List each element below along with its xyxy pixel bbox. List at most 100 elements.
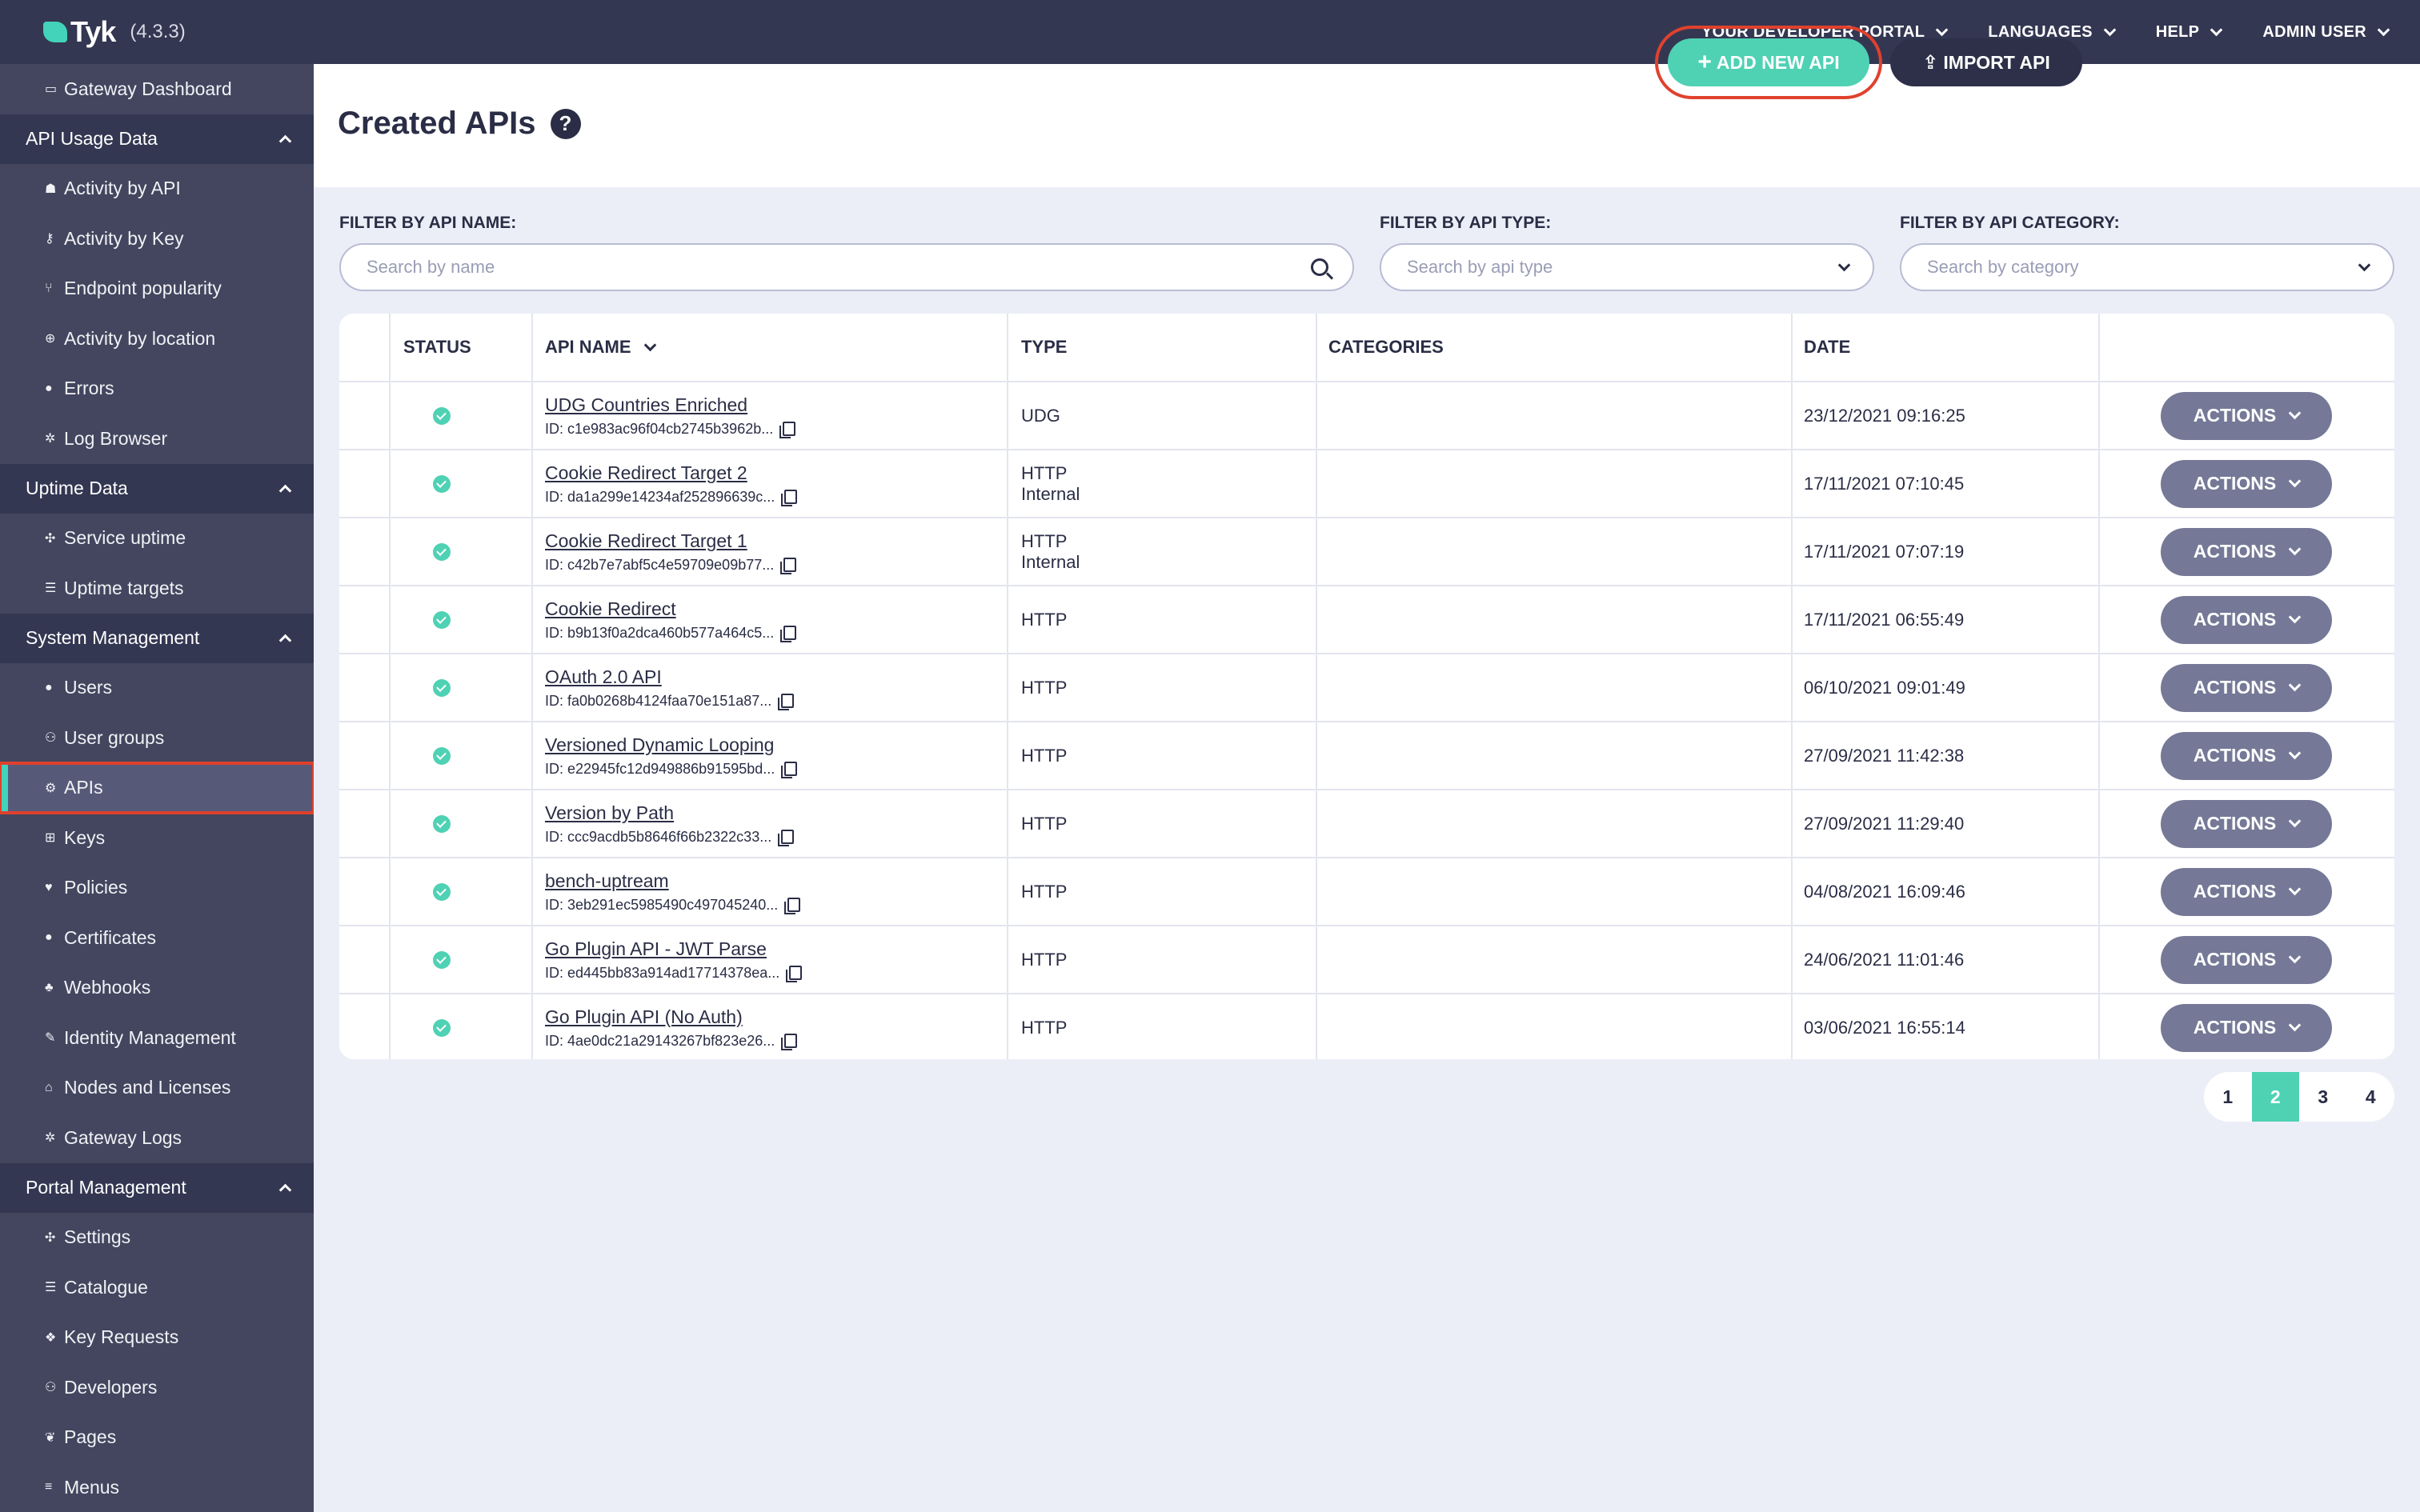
page-button-3[interactable]: 3	[2299, 1072, 2347, 1122]
api-type-value: HTTP	[1021, 745, 1068, 766]
sidebar-item-users[interactable]: ● Users	[0, 663, 314, 714]
sidebar-item-menus[interactable]: ≡ Menus	[0, 1462, 314, 1512]
version-label: (4.3.3)	[130, 21, 186, 42]
help-icon[interactable]: ?	[550, 108, 581, 139]
sidebar-item-webhooks[interactable]: ♣ Webhooks	[0, 963, 314, 1014]
top-menu-help[interactable]: HELP	[2156, 23, 2223, 42]
copy-icon[interactable]	[784, 898, 801, 914]
copy-icon[interactable]	[781, 1034, 798, 1050]
copy-icon[interactable]	[780, 558, 797, 574]
actions-button[interactable]: ACTIONS	[2161, 595, 2332, 644]
sidebar-item-endpoint-popularity[interactable]: ⑂ Endpoint popularity	[0, 264, 314, 314]
sidebar-item-certificates[interactable]: ● Certificates	[0, 913, 314, 963]
copy-icon[interactable]	[778, 694, 795, 710]
sidebar-item-activity-by-key[interactable]: ⚷ Activity by Key	[0, 214, 314, 264]
list-icon: ☰	[45, 582, 57, 596]
api-name-link[interactable]: Versioned Dynamic Looping	[545, 734, 797, 756]
api-date: 03/06/2021 16:55:14	[1804, 1017, 1965, 1038]
copy-icon[interactable]	[786, 966, 803, 982]
actions-button[interactable]: ACTIONS	[2161, 459, 2332, 508]
sidebar-section-api-usage[interactable]: API Usage Data	[0, 114, 314, 164]
filter-type-dropdown[interactable]: Search by api type	[1380, 243, 1874, 291]
filter-category-dropdown[interactable]: Search by category	[1900, 243, 2394, 291]
sidebar-item-catalogue[interactable]: ☰ Catalogue	[0, 1262, 314, 1313]
actions-button[interactable]: ACTIONS	[2161, 731, 2332, 780]
chevron-down-icon	[1936, 23, 1949, 36]
sidebar-item-developers[interactable]: ⚇ Developers	[0, 1362, 314, 1413]
api-name-link[interactable]: Go Plugin API - JWT Parse	[545, 938, 802, 960]
sitemap-icon: ⊞	[45, 831, 56, 846]
actions-button[interactable]: ACTIONS	[2161, 935, 2332, 984]
filter-name-input[interactable]: Search by name	[339, 243, 1354, 291]
sidebar-item-log-browser[interactable]: ✲ Log Browser	[0, 414, 314, 464]
sidebar-item-gateway-dashboard[interactable]: ▭ Gateway Dashboard	[0, 64, 314, 114]
sidebar-item-nodes-licenses[interactable]: ⌂ Nodes and Licenses	[0, 1063, 314, 1114]
key-icon: ⚷	[45, 232, 54, 246]
api-id: ID: b9b13f0a2dca460b577a464c5...	[545, 624, 775, 641]
sidebar-item-keys[interactable]: ⊞ Keys	[0, 813, 314, 863]
page-button-4[interactable]: 4	[2347, 1072, 2395, 1122]
page-button-2[interactable]: 2	[2251, 1072, 2299, 1122]
api-date: 27/09/2021 11:42:38	[1804, 745, 1965, 766]
chevron-down-icon	[2358, 258, 2371, 271]
sidebar-item-identity-management[interactable]: ✎ Identity Management	[0, 1013, 314, 1063]
copy-icon[interactable]	[779, 422, 796, 438]
sidebar-section-uptime-data[interactable]: Uptime Data	[0, 463, 314, 514]
actions-button[interactable]: ACTIONS	[2161, 1003, 2332, 1052]
api-type-value: HTTP	[1021, 949, 1068, 970]
api-date: 06/10/2021 09:01:49	[1804, 677, 1965, 698]
bug-icon: ✲	[45, 432, 56, 446]
api-id: ID: c42b7e7abf5c4e59709e09b77...	[545, 556, 775, 573]
sidebar-section-portal-management[interactable]: Portal Management	[0, 1162, 314, 1213]
sidebar-item-uptime-targets[interactable]: ☰ Uptime targets	[0, 563, 314, 614]
plus-icon: +	[1697, 49, 1712, 75]
api-name-link[interactable]: Cookie Redirect	[545, 598, 796, 620]
actions-button[interactable]: ACTIONS	[2161, 527, 2332, 576]
sidebar-item-activity-by-location[interactable]: ⊕ Activity by location	[0, 314, 314, 364]
sidebar-item-gateway-logs[interactable]: ✲ Gateway Logs	[0, 1113, 314, 1163]
api-name-link[interactable]: UDG Countries Enriched	[545, 394, 795, 416]
sidebar-item-user-groups[interactable]: ⚇ User groups	[0, 713, 314, 763]
sidebar-item-activity-by-api[interactable]: ☗ Activity by API	[0, 164, 314, 214]
add-new-api-button[interactable]: + ADD NEW API	[1655, 26, 1882, 99]
sidebar-item-settings[interactable]: ✣ Settings	[0, 1213, 314, 1263]
api-name-link[interactable]: Cookie Redirect Target 2	[545, 462, 797, 484]
api-name-link[interactable]: Go Plugin API (No Auth)	[545, 1006, 797, 1028]
import-api-button[interactable]: ⇪ IMPORT API	[1890, 38, 2082, 86]
brand-logo[interactable]: Tyk (4.3.3)	[43, 15, 186, 49]
page-button-1[interactable]: 1	[2204, 1072, 2252, 1122]
copy-icon[interactable]	[781, 762, 798, 778]
actions-button[interactable]: ACTIONS	[2161, 867, 2332, 916]
sidebar-item-service-uptime[interactable]: ✣ Service uptime	[0, 514, 314, 564]
api-type-value: HTTP	[1021, 813, 1068, 834]
branch-icon: ⑂	[45, 281, 53, 295]
copy-icon[interactable]	[781, 490, 798, 506]
api-name-link[interactable]: OAuth 2.0 API	[545, 666, 794, 688]
sort-chevron-icon	[643, 338, 656, 351]
search-icon[interactable]	[1311, 258, 1328, 276]
api-name-link[interactable]: bench-uptream	[545, 870, 800, 892]
table-row: UDG Countries Enriched ID: c1e983ac96f04…	[339, 381, 2394, 449]
top-menu-admin-user[interactable]: ADMIN USER	[2262, 23, 2390, 42]
filter-category-label: FILTER BY API CATEGORY:	[1900, 214, 2120, 232]
sidebar-item-pages[interactable]: ❦ Pages	[0, 1413, 314, 1463]
sidebar-section-system-management[interactable]: System Management	[0, 613, 314, 663]
chart-icon: ☗	[45, 182, 57, 196]
sidebar-item-key-requests[interactable]: ❖ Key Requests	[0, 1313, 314, 1363]
api-name-link[interactable]: Cookie Redirect Target 1	[545, 530, 796, 552]
col-api-name[interactable]: API NAME	[545, 314, 656, 381]
list-icon: ☰	[45, 1281, 57, 1295]
sidebar-item-apis[interactable]: ⚙ APIs	[0, 761, 314, 814]
sidebar-item-policies[interactable]: ♥ Policies	[0, 863, 314, 914]
sidebar-item-errors[interactable]: ● Errors	[0, 364, 314, 414]
chevron-up-icon	[278, 134, 292, 148]
api-name-link[interactable]: Version by Path	[545, 802, 794, 824]
status-active-icon	[433, 542, 451, 561]
copy-icon[interactable]	[780, 626, 797, 642]
actions-button[interactable]: ACTIONS	[2161, 799, 2332, 848]
actions-button[interactable]: ACTIONS	[2161, 391, 2332, 440]
table-row: Go Plugin API (No Auth) ID: 4ae0dc21a291…	[339, 993, 2394, 1059]
copy-icon[interactable]	[778, 830, 795, 846]
chevron-down-icon	[2288, 678, 2302, 692]
actions-button[interactable]: ACTIONS	[2161, 663, 2332, 712]
